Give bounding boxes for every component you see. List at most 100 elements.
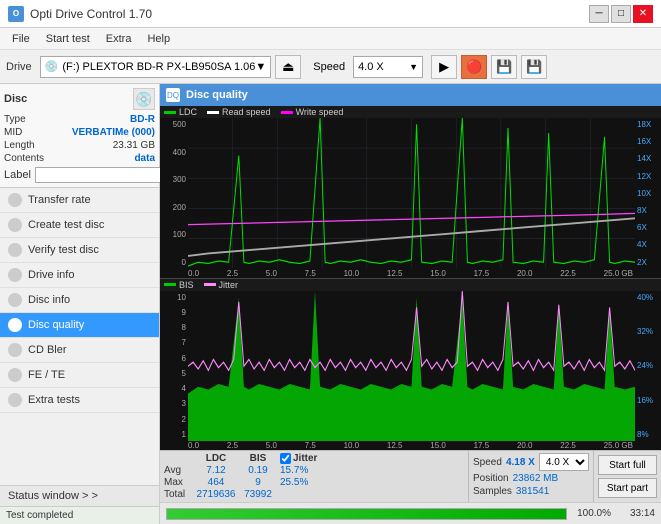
sidebar-item-create-test-disc[interactable]: Create test disc [0,213,159,238]
start-part-button[interactable]: Start part [598,478,657,498]
ldc-header: LDC [196,453,236,464]
sidebar-label-disc-quality: Disc quality [28,319,84,331]
top-y-axis-right: 18X 16X 14X 12X 10X 8X 6X 4X 2X [635,118,661,269]
play-button[interactable]: ▶ [431,55,457,79]
length-value: 23.31 GB [113,140,155,151]
sidebar-label-drive-info: Drive info [28,269,74,281]
bottom-chart-svg-area [188,291,635,442]
length-label: Length [4,140,35,151]
total-label: Total [164,489,192,500]
extra-tests-icon [8,393,22,407]
start-full-button[interactable]: Start full [598,455,657,475]
bis-header: BIS [240,453,276,464]
jitter-header: Jitter [293,453,317,464]
sidebar-item-fe-te[interactable]: FE / TE [0,363,159,388]
top-x-axis: 0.0 2.5 5.0 7.5 10.0 12.5 15.0 17.5 20.0… [160,269,661,278]
sidebar-item-extra-tests[interactable]: Extra tests [0,388,159,413]
sidebar-item-verify-test-disc[interactable]: Verify test disc [0,238,159,263]
menubar: File Start test Extra Help [0,28,661,50]
jitter-color [204,283,216,286]
legend-write-speed-label: Write speed [296,107,344,117]
disc-quality-icon [8,318,22,332]
disc-quality-header-icon: DQ [166,88,180,102]
sidebar-item-disc-quality[interactable]: Disc quality [0,313,159,338]
position-row: Position 23862 MB [473,473,589,484]
sidebar-item-transfer-rate[interactable]: Transfer rate [0,188,159,213]
disc-quality-header: DQ Disc quality [160,84,661,106]
drive-icon: 💿 [45,60,59,73]
mid-label: MID [4,127,22,138]
type-value: BD-R [130,114,155,125]
eject-button[interactable]: ⏏ [275,55,301,79]
sidebar-menu: Transfer rate Create test disc Verify te… [0,188,159,485]
speed-position-panel: Speed 4.18 X 4.0 X 8.0 X Position 23862 … [468,451,593,502]
minimize-button[interactable]: ─ [589,5,609,23]
legend-write-speed: Write speed [281,107,344,117]
stats-headers: LDC BIS Jitter [164,453,464,464]
drive-select[interactable]: 💿 (F:) PLEXTOR BD-R PX-LB950SA 1.06 ▼ [40,56,272,78]
status-text: Test completed [6,510,73,521]
sidebar-item-disc-info[interactable]: Disc info [0,288,159,313]
max-bis: 9 [240,477,276,488]
speed-value: 4.0 X [358,61,384,73]
speed-select[interactable]: 4.0 X ▼ [353,56,423,78]
label-key: Label [4,169,31,181]
menu-help[interactable]: Help [139,31,178,47]
speed-stat-label: Speed [473,457,502,468]
speed-row: Speed 4.18 X 4.0 X 8.0 X [473,453,589,471]
burn-button[interactable]: 💾 [491,55,517,79]
stats-total-row: Total 2719636 73992 [164,489,464,500]
titlebar-controls: ─ □ ✕ [589,5,653,23]
top-chart-svg [188,118,635,269]
titlebar: O Opti Drive Control 1.70 ─ □ ✕ [0,0,661,28]
save-button[interactable]: 💾 [521,55,547,79]
maximize-button[interactable]: □ [611,5,631,23]
max-jitter: 25.5% [280,477,308,488]
speed-arrow: ▼ [409,62,418,72]
write-speed-color [281,111,293,114]
sidebar-label-transfer-rate: Transfer rate [28,194,91,206]
ldc-color [164,111,176,114]
drive-info-icon [8,268,22,282]
menu-file[interactable]: File [4,31,38,47]
avg-ldc: 7.12 [196,465,236,476]
sidebar-label-disc-info: Disc info [28,294,70,306]
settings-button[interactable]: 🔴 [461,55,487,79]
bottom-x-axis: 0.0 2.5 5.0 7.5 10.0 12.5 15.0 17.5 20.0… [160,441,661,450]
menu-extra[interactable]: Extra [98,31,140,47]
drive-label: Drive [6,61,32,73]
stats-controls-bar: LDC BIS Jitter Avg 7.12 0.19 15.7% Max [160,450,661,502]
speed-stat-select[interactable]: 4.0 X 8.0 X [539,453,589,471]
avg-bis: 0.19 [240,465,276,476]
close-button[interactable]: ✕ [633,5,653,23]
legend-jitter: Jitter [204,280,239,290]
legend-read-speed: Read speed [207,107,271,117]
sidebar-item-cd-bler[interactable]: CD Bler [0,338,159,363]
disc-title: Disc [4,93,27,105]
total-ldc: 2719636 [196,489,236,500]
bottom-y-axis-left: 10 9 8 7 6 5 4 3 2 1 [160,291,188,442]
disc-icon: 💿 [133,88,155,110]
disc-info-icon [8,293,22,307]
menu-start-test[interactable]: Start test [38,31,98,47]
drive-name: (F:) PLEXTOR BD-R PX-LB950SA 1.06 [62,61,255,73]
top-chart-svg-area [188,118,635,269]
top-legend: LDC Read speed Write speed [160,106,661,118]
action-buttons: Start full Start part [593,451,661,502]
bottom-legend: BIS Jitter [160,279,661,291]
jitter-checkbox[interactable] [280,453,291,464]
samples-row: Samples 381541 [473,486,589,497]
progress-track [166,508,567,520]
fe-te-icon [8,368,22,382]
status-window-label: Status window > > [8,490,98,502]
total-bis: 73992 [240,489,276,500]
samples-label: Samples [473,486,512,497]
label-input[interactable] [35,167,169,183]
app-icon: O [8,6,24,22]
progress-fill [167,509,566,519]
top-y-axis-left: 500 400 300 200 100 0 [160,118,188,269]
disc-panel: Disc 💿 Type BD-R MID VERBATIMe (000) Len… [0,84,159,188]
status-window-button[interactable]: Status window > > [0,485,159,506]
sidebar-item-drive-info[interactable]: Drive info [0,263,159,288]
sidebar-label-create-test-disc: Create test disc [28,219,104,231]
